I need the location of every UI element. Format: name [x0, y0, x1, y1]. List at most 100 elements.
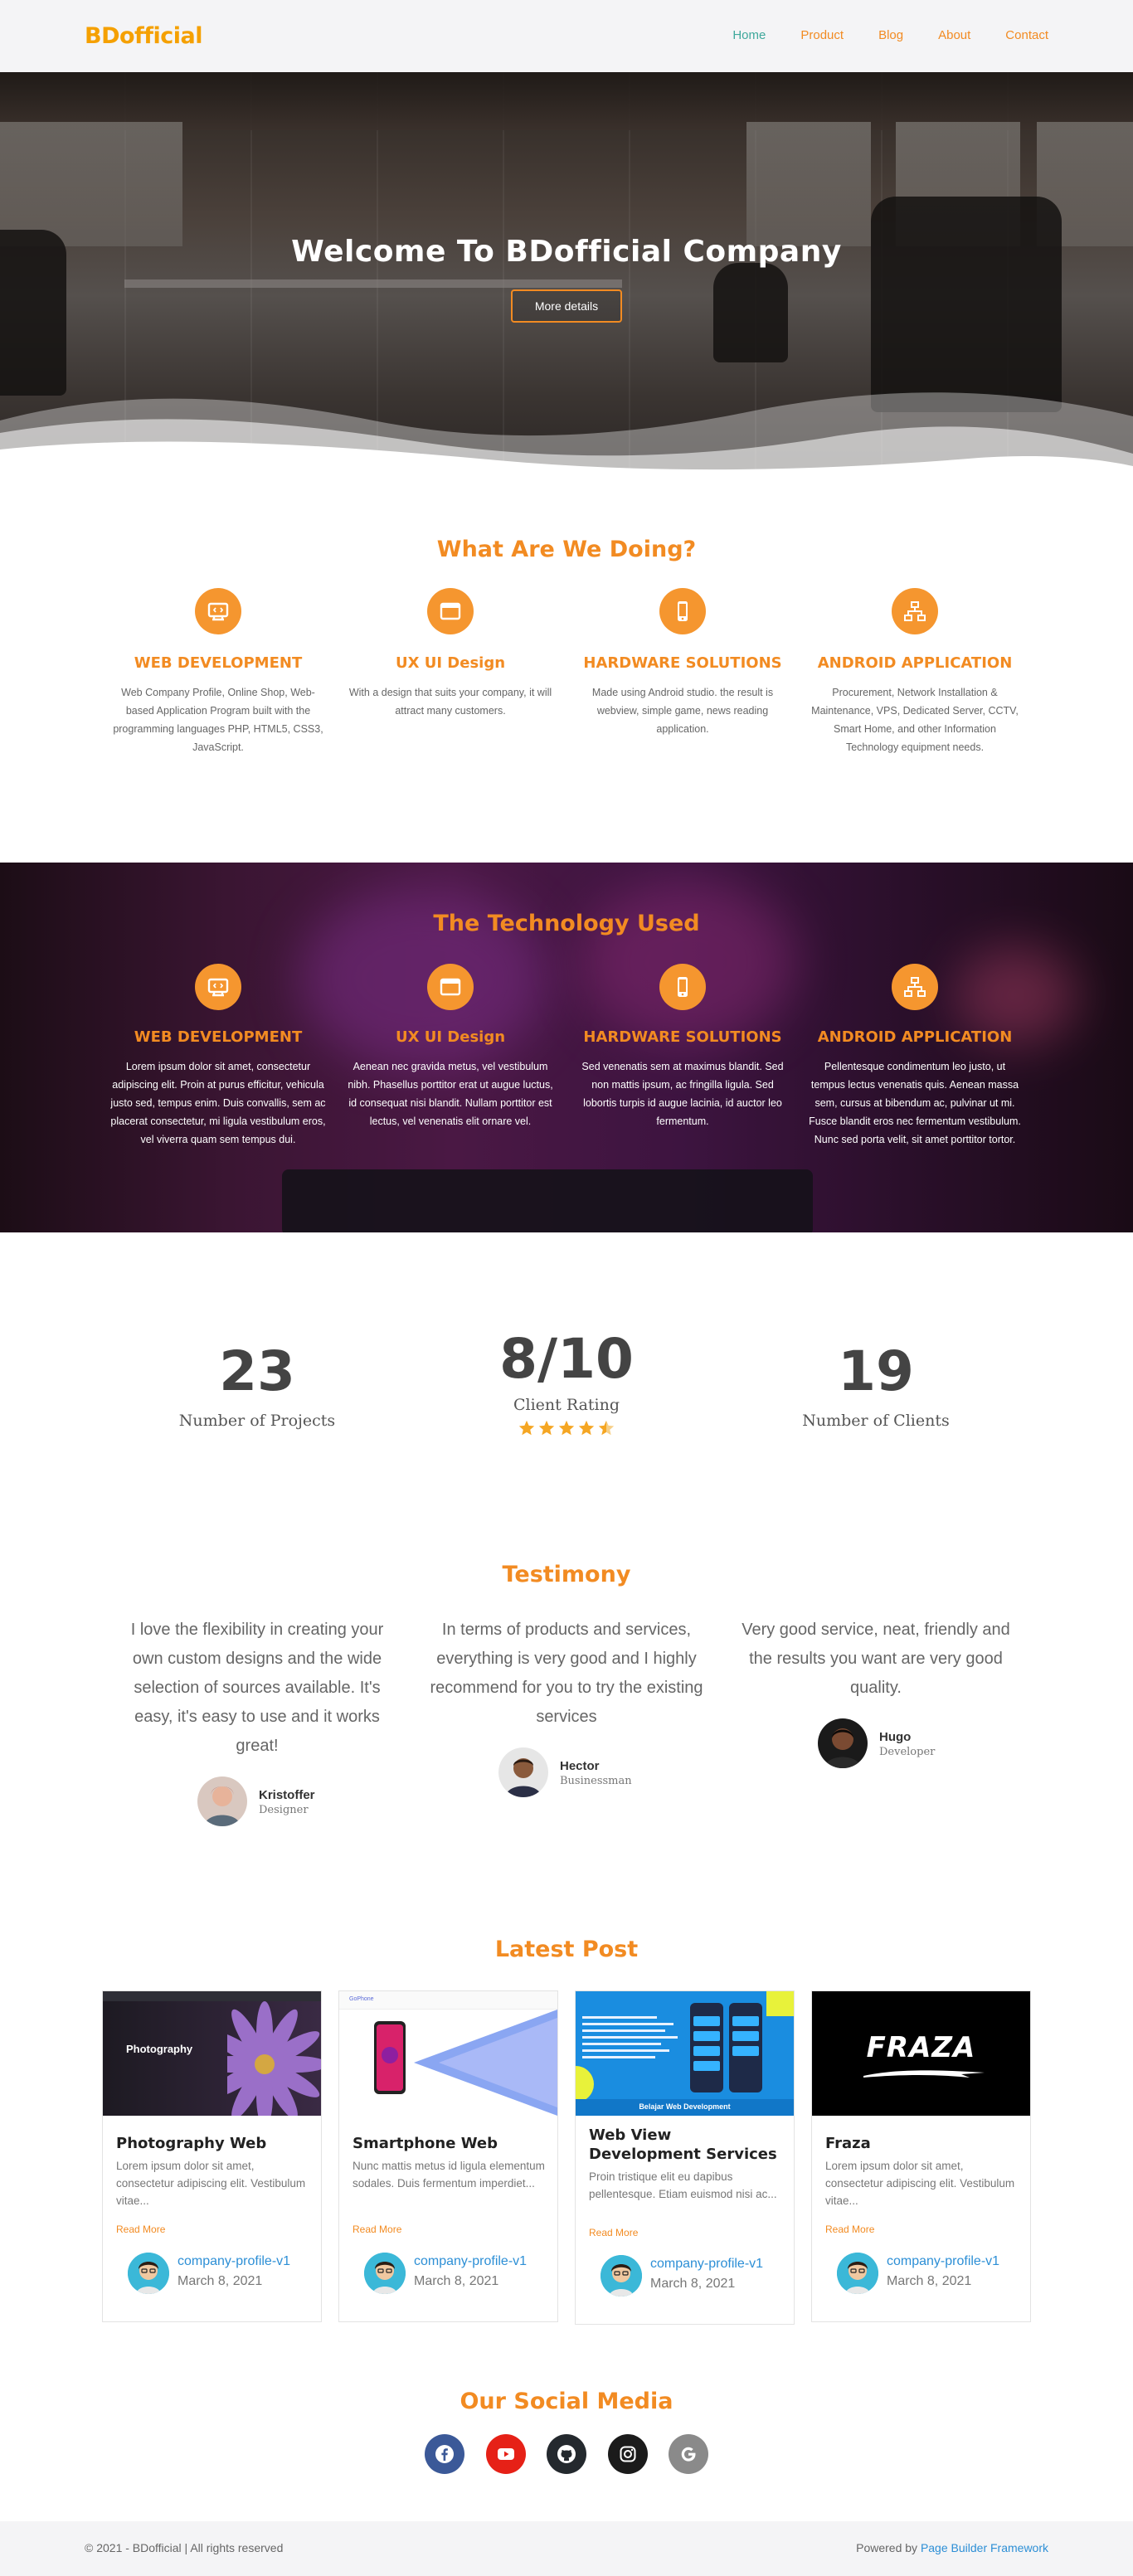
github-button[interactable] [547, 2434, 586, 2474]
nav-about-link[interactable]: About [938, 28, 970, 42]
testimony-quote-3: Very good service, neat, friendly and th… [739, 1616, 1013, 1703]
facebook-icon [435, 2445, 454, 2463]
youtube-icon [498, 2448, 514, 2460]
tech-laptop-decor [282, 1169, 813, 1232]
facebook-button[interactable] [425, 2434, 464, 2474]
browser-window-icon [427, 588, 474, 634]
star-icon [598, 1420, 615, 1436]
smartphone-icon [659, 588, 706, 634]
post-excerpt: Lorem ipsum dolor sit amet, consectetur … [116, 2160, 306, 2207]
fraza-underline [863, 2070, 985, 2078]
author-name-link[interactable]: company-profile-v1 [887, 2254, 999, 2269]
doing-item-title: HARDWARE SOLUTIONS [583, 654, 782, 672]
youtube-button[interactable] [486, 2434, 526, 2474]
main-menu: Home Product Blog About Contact [698, 28, 1048, 42]
stat-clients: 19 Number of Clients [751, 1339, 1000, 1430]
doing-item-text: Procurement, Network Installation & Main… [811, 687, 1019, 753]
avatar [498, 1747, 548, 1797]
stat-value: 23 [219, 1339, 295, 1403]
hero-banner: Welcome To BDofficial Company More detai… [0, 72, 1133, 479]
read-more-link[interactable]: Read More [589, 2227, 638, 2238]
author-avatar [601, 2255, 642, 2297]
doing-item-title: WEB DEVELOPMENT [134, 654, 303, 672]
post-date: March 8, 2021 [887, 2274, 972, 2288]
post-card-fraza[interactable]: FRAZA Fraza Lorem ipsum dolor sit amet, … [811, 1990, 1031, 2322]
doing-item-title: ANDROID APPLICATION [817, 654, 1013, 672]
doing-item-web-development: WEB DEVELOPMENT Web Company Profile, Onl… [110, 588, 326, 756]
doing-item-text: Made using Android studio. the result is… [591, 687, 774, 735]
fraza-logo: FRAZA [866, 2031, 976, 2064]
doing-section-title: What Are We Doing? [436, 537, 697, 562]
hero-chair-decor [871, 197, 1062, 412]
thumb-caption: GoPhone [349, 1996, 374, 2002]
smartphone-icon [659, 964, 706, 1010]
github-icon [557, 2445, 576, 2463]
post-excerpt: Nunc mattis metus id ligula elementum so… [353, 2160, 545, 2190]
instagram-button[interactable] [608, 2434, 648, 2474]
read-more-link[interactable]: Read More [116, 2224, 165, 2235]
post-thumbnail[interactable]: FRAZA [812, 1991, 1030, 2116]
tech-section-title: The Technology Used [433, 911, 700, 936]
testimony-author-role: Developer [879, 1746, 936, 1758]
rating-stars [442, 1419, 691, 1437]
page-builder-link[interactable]: Page Builder Framework [921, 2541, 1048, 2554]
post-card-web-view[interactable]: Belajar Web Development Web View Develop… [575, 1990, 795, 2325]
author-name-link[interactable]: company-profile-v1 [414, 2254, 527, 2269]
post-thumbnail[interactable]: Photography [103, 1991, 321, 2116]
post-thumbnail[interactable]: Belajar Web Development [576, 1991, 794, 2116]
author-avatar [128, 2253, 169, 2294]
thumb-caption: Photography [126, 2043, 193, 2055]
doing-item-ux-ui-design: UX UI Design With a design that suits yo… [343, 588, 558, 720]
author-avatar [837, 2253, 878, 2294]
google-icon [681, 2447, 696, 2462]
powered-by-prefix: Powered by [856, 2541, 921, 2554]
tech-item-title: WEB DEVELOPMENT [134, 1028, 303, 1046]
nav-blog-link[interactable]: Blog [878, 28, 903, 42]
tech-item-title: UX UI Design [395, 1028, 506, 1046]
hero-window-decor [0, 122, 182, 246]
testimony-author-name: Kristoffer [259, 1788, 315, 1802]
post-card-smartphone[interactable]: GoPhone Smartphone Web Nunc mattis metus… [338, 1990, 558, 2322]
testimony-quote-text: I love the flexibility in creating your … [130, 1621, 384, 1755]
hero-table-decor [124, 279, 622, 288]
stat-label: Number of Projects [178, 1412, 336, 1430]
stat-value: 8/10 [499, 1327, 634, 1391]
testimony-quote-1: I love the flexibility in creating your … [120, 1616, 394, 1761]
testimony-author-2: Hector Businessman [498, 1747, 664, 1799]
testimony-section-title: Testimony [502, 1562, 631, 1587]
brand-logo[interactable]: BDofficial [85, 23, 203, 49]
hero-window-decor [746, 122, 871, 246]
tech-item-text: Lorem ipsum dolor sit amet, consectetur … [110, 1061, 326, 1145]
post-card-photography[interactable]: Photography Photography Web Lorem ipsum … [102, 1990, 322, 2322]
read-more-link[interactable]: Read More [353, 2224, 401, 2235]
author-name-link[interactable]: company-profile-v1 [650, 2257, 763, 2272]
tech-item-web-development: WEB DEVELOPMENT Lorem ipsum dolor sit am… [110, 964, 326, 1149]
footer-copyright: © 2021 - BDofficial | All rights reserve… [85, 2541, 284, 2554]
read-more-link[interactable]: Read More [825, 2224, 874, 2235]
thumb-caption: Belajar Web Development [639, 2102, 731, 2111]
site-footer: © 2021 - BDofficial | All rights reserve… [0, 2521, 1133, 2576]
nav-home-link[interactable]: Home [732, 28, 766, 42]
google-button[interactable] [669, 2434, 708, 2474]
star-icon [558, 1420, 575, 1436]
post-thumbnail[interactable]: GoPhone [339, 1991, 557, 2116]
testimony-author-name: Hector [560, 1759, 600, 1773]
hero-chair-decor [713, 263, 788, 362]
more-details-button[interactable]: More details [511, 289, 622, 323]
stat-label: Number of Clients [802, 1412, 950, 1430]
post-title[interactable]: Photography Web [116, 2134, 311, 2153]
avatar [818, 1718, 868, 1768]
stat-projects: 23 Number of Projects [133, 1339, 382, 1430]
nav-product-link[interactable]: Product [800, 28, 844, 42]
star-icon [538, 1420, 555, 1436]
flower-image [227, 2001, 321, 2116]
technology-section: The Technology Used WEB DEVELOPMENT Lore… [0, 863, 1133, 1232]
latest-post-title: Latest Post [494, 1937, 639, 1962]
post-title[interactable]: Smartphone Web [353, 2134, 547, 2153]
nav-contact-link[interactable]: Contact [1005, 28, 1048, 42]
testimony-author-1: Kristoffer Designer [197, 1776, 363, 1828]
post-author: company-profile-v1 March 8, 2021 [837, 2253, 1019, 2294]
post-title[interactable]: Web View Development Services [589, 2126, 784, 2164]
author-name-link[interactable]: company-profile-v1 [177, 2254, 290, 2269]
post-title[interactable]: Fraza [825, 2134, 1020, 2153]
